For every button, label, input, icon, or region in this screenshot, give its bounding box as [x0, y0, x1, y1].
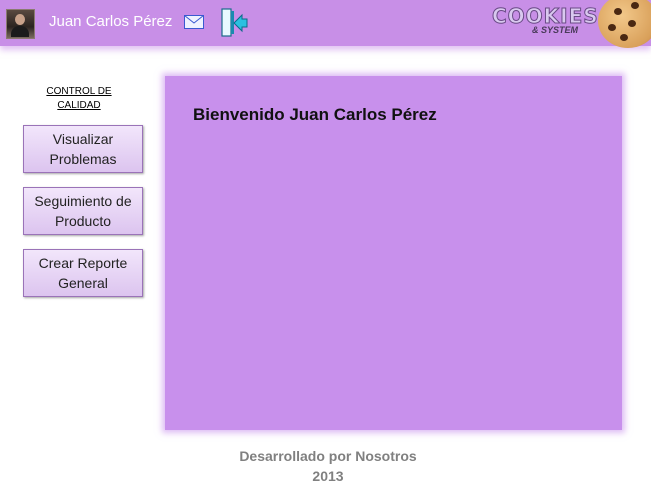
seguimiento-producto-button[interactable]: Seguimiento de Producto [23, 187, 143, 235]
cookie-image [598, 0, 651, 48]
visualizar-problemas-button[interactable]: Visualizar Problemas [23, 125, 143, 173]
user-avatar[interactable] [6, 9, 35, 39]
cookies-system-logo: COOKIES & SYSTEM [492, 4, 599, 36]
crear-reporte-button[interactable]: Crear Reporte General [23, 249, 143, 297]
chocolate-chip [608, 24, 616, 31]
logout-arrow-icon[interactable] [220, 8, 248, 38]
welcome-message: Bienvenido Juan Carlos Pérez [193, 105, 437, 124]
main-content-panel: Bienvenido Juan Carlos Pérez [165, 76, 622, 430]
logo-subtitle: & SYSTEM [532, 25, 579, 35]
chocolate-chip [620, 34, 628, 41]
chocolate-chip [628, 20, 636, 27]
chocolate-chip [614, 8, 622, 15]
section-title: CONTROL DE CALIDAD [46, 86, 112, 111]
chocolate-chip [631, 2, 639, 9]
user-name: Juan Carlos Pérez [49, 13, 173, 30]
avatar-body [11, 26, 29, 37]
footer: Desarrollado por Nosotros 2013 [228, 446, 428, 486]
footer-year: 2013 [312, 468, 344, 484]
envelope-icon[interactable] [184, 15, 204, 29]
avatar-head [15, 14, 25, 25]
footer-credit: Desarrollado por Nosotros [239, 448, 417, 464]
header-bar: Juan Carlos Pérez COOKIES & SYSTEM [0, 0, 651, 48]
